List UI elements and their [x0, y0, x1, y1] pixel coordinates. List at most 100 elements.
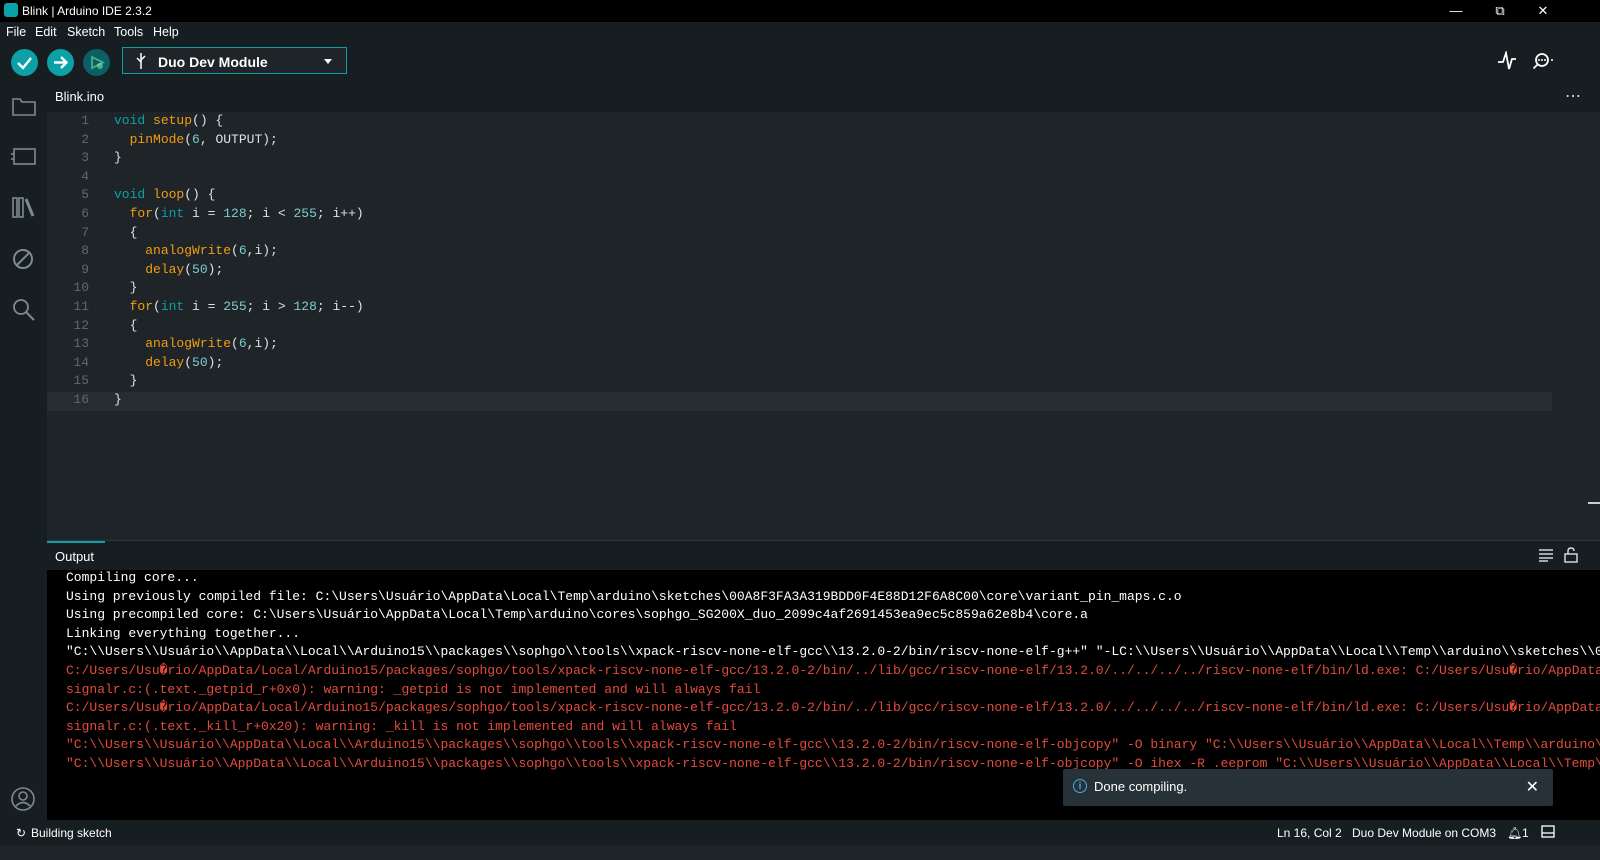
- code-line[interactable]: 2 pinMode(6, OUTPUT);: [47, 132, 1552, 151]
- monitor-icon[interactable]: [1532, 51, 1556, 71]
- code-token: ,i);: [246, 243, 278, 259]
- bell-icon[interactable]: 🔔︎: [1507, 826, 1522, 840]
- code-token: {: [114, 224, 138, 240]
- status-message: Building sketch: [31, 826, 112, 840]
- code-line[interactable]: 4: [47, 169, 1552, 188]
- editor-tabs: Blink.ino ⋯: [47, 82, 1600, 112]
- line-number: 9: [81, 261, 89, 277]
- usb-icon: [136, 53, 146, 69]
- code-text: {: [114, 318, 138, 333]
- toast-message: Done compiling.: [1094, 779, 1188, 794]
- tab-label: Blink.ino: [55, 89, 105, 104]
- code-token: }: [114, 150, 122, 166]
- line-number: 10: [73, 280, 89, 296]
- code-line[interactable]: 14 delay(50);: [47, 355, 1552, 374]
- notification-count[interactable]: 1: [1522, 826, 1529, 840]
- code-token: void: [114, 113, 154, 128]
- chevron-down-icon: [324, 59, 332, 64]
- account-icon[interactable]: [11, 787, 37, 813]
- code-token: (: [184, 131, 193, 147]
- code-token: for: [129, 206, 154, 221]
- code-token: 50: [192, 354, 208, 370]
- code-token: (: [153, 206, 161, 221]
- menu-file[interactable]: File: [6, 25, 26, 39]
- code-token: ; i >: [246, 299, 294, 314]
- code-line[interactable]: 3}: [47, 150, 1552, 169]
- line-number: 5: [81, 187, 89, 203]
- line-number: 14: [73, 354, 89, 370]
- code-token: ; i--): [316, 299, 364, 314]
- cursor-position[interactable]: Ln 16, Col 2: [1277, 826, 1342, 840]
- tab-blink-ino[interactable]: Blink.ino: [47, 82, 105, 112]
- debug-button[interactable]: [83, 49, 110, 76]
- code-token: () {: [192, 113, 224, 128]
- code-token: 255: [223, 299, 247, 314]
- code-line[interactable]: 13 analogWrite(6,i);: [47, 336, 1552, 355]
- upload-button[interactable]: [47, 49, 74, 76]
- code-token: );: [207, 261, 224, 277]
- code-token: delay: [145, 354, 185, 370]
- menu-help[interactable]: Help: [153, 25, 179, 39]
- code-text: void setup() {: [114, 113, 223, 128]
- code-token: ; i <: [246, 206, 294, 221]
- board-selector[interactable]: Duo Dev Module: [122, 47, 347, 74]
- board-port-status[interactable]: Duo Dev Module on COM3: [1352, 826, 1496, 840]
- restore-button[interactable]: ⧉: [1478, 0, 1522, 22]
- code-line[interactable]: 15 }: [47, 373, 1552, 392]
- code-line[interactable]: 16}: [47, 392, 1552, 411]
- minimize-button[interactable]: —: [1434, 0, 1478, 22]
- toast-close-button[interactable]: ✕: [1526, 777, 1539, 797]
- board-manager-icon[interactable]: [11, 145, 37, 167]
- library-icon[interactable]: [11, 195, 37, 219]
- code-token: 128: [293, 299, 317, 314]
- debug-off-icon[interactable]: [11, 247, 37, 271]
- output-line: "C:\\Users\\Usuário\\AppData\\Local\\Ard…: [66, 644, 1600, 660]
- scrollbar-marker[interactable]: [1588, 502, 1600, 504]
- code-line[interactable]: 6 for(int i = 128; i < 255; i++): [47, 206, 1552, 225]
- line-number: 2: [81, 131, 89, 147]
- output-line: signalr.c:(.text._kill_r+0x20): warning:…: [66, 718, 737, 734]
- check-icon: [17, 57, 32, 70]
- output-panel-header: Output: [47, 540, 1600, 571]
- clear-output-icon[interactable]: [1538, 548, 1554, 562]
- menu-sketch[interactable]: Sketch: [67, 25, 105, 39]
- output-line: Compiling core...: [66, 570, 199, 585]
- plotter-icon[interactable]: [1497, 51, 1517, 71]
- verify-button[interactable]: [11, 49, 38, 76]
- code-token: pinMode: [129, 131, 185, 147]
- debug-icon: [91, 55, 106, 70]
- code-line[interactable]: 5 void loop() {: [47, 187, 1552, 206]
- code-text: }: [114, 280, 138, 295]
- code-line[interactable]: 7 {: [47, 225, 1552, 244]
- code-text: delay(50);: [114, 355, 223, 370]
- code-token: (: [231, 336, 239, 352]
- search-icon[interactable]: [11, 297, 37, 321]
- menu-edit[interactable]: Edit: [35, 25, 57, 39]
- line-number: 13: [73, 336, 89, 352]
- more-options-icon[interactable]: ⋯: [1565, 86, 1581, 106]
- code-editor[interactable]: 1 void setup() {2 pinMode(6, OUTPUT); 3} 4 5…: [47, 112, 1600, 540]
- code-line[interactable]: 10 }: [47, 280, 1552, 299]
- code-line[interactable]: 9 delay(50);: [47, 262, 1552, 281]
- folder-icon[interactable]: [11, 95, 37, 117]
- menu-tools[interactable]: Tools: [114, 25, 143, 39]
- toggle-panel-icon[interactable]: [1541, 825, 1555, 838]
- notification-toast: i Done compiling. ✕: [1063, 769, 1553, 806]
- board-name: Duo Dev Module: [158, 54, 268, 70]
- code-text: }: [114, 373, 138, 388]
- line-number: 7: [81, 224, 89, 240]
- output-title[interactable]: Output: [55, 549, 94, 564]
- code-line[interactable]: 8 analogWrite(6,i);: [47, 243, 1552, 262]
- line-number: 16: [73, 392, 89, 407]
- close-window-button[interactable]: ✕: [1521, 0, 1565, 22]
- unlock-icon[interactable]: [1564, 547, 1578, 563]
- code-token: (: [184, 261, 193, 277]
- code-line[interactable]: 11 for(int i = 255; i > 128; i--): [47, 299, 1552, 318]
- code-line[interactable]: 1 void setup() {: [47, 113, 1552, 132]
- code-line[interactable]: 12 {: [47, 318, 1552, 337]
- activity-bar: [0, 82, 47, 820]
